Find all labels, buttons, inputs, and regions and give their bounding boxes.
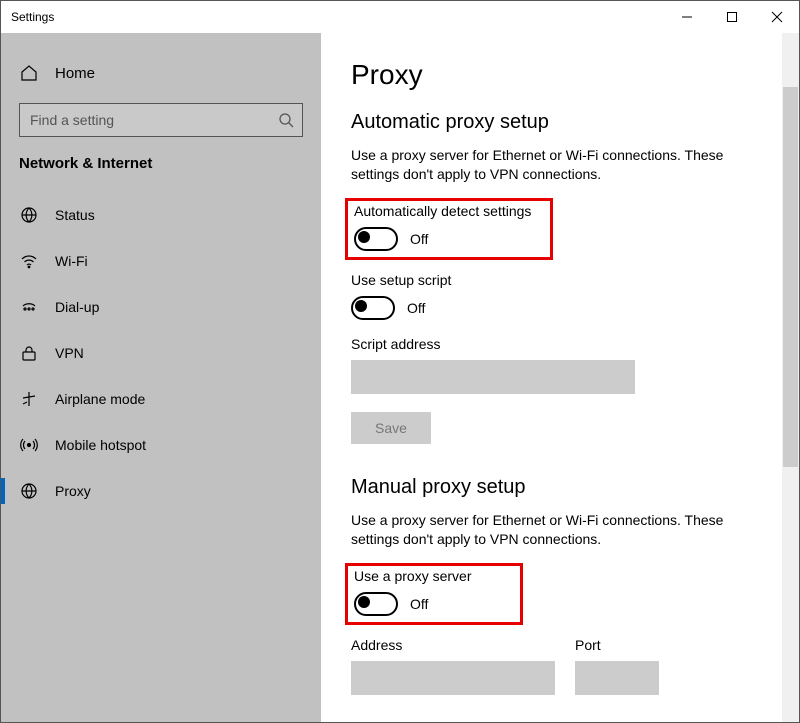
auto-detect-state: Off: [410, 231, 428, 247]
proxy-icon: [19, 482, 39, 500]
sidebar-item-proxy[interactable]: Proxy: [1, 468, 321, 514]
sidebar-item-label: Mobile hotspot: [55, 437, 146, 453]
settings-window: Settings Home Network & Internet Stat: [0, 0, 800, 723]
script-address-label: Script address: [351, 336, 769, 352]
sidebar-item-wifi[interactable]: Wi-Fi: [1, 238, 321, 284]
auto-section-desc: Use a proxy server for Ethernet or Wi-Fi…: [351, 146, 741, 184]
auto-section-heading: Automatic proxy setup: [351, 111, 769, 134]
sidebar: Home Network & Internet Status Wi-Fi Dia…: [1, 33, 321, 722]
port-label: Port: [575, 637, 659, 653]
titlebar-title: Settings: [11, 10, 54, 24]
auto-detect-toggle[interactable]: [354, 227, 398, 251]
hotspot-icon: [19, 436, 39, 454]
address-label: Address: [351, 637, 555, 653]
setup-script-toggle[interactable]: [351, 296, 395, 320]
minimize-button[interactable]: [664, 1, 709, 33]
sidebar-item-label: VPN: [55, 345, 84, 361]
use-proxy-state: Off: [410, 596, 428, 612]
maximize-button[interactable]: [709, 1, 754, 33]
sidebar-item-label: Proxy: [55, 483, 91, 499]
port-input[interactable]: [575, 661, 659, 695]
vpn-icon: [19, 344, 39, 362]
airplane-icon: [19, 390, 39, 408]
script-address-input[interactable]: [351, 360, 635, 394]
scrollbar[interactable]: [782, 33, 799, 722]
search-icon: [278, 112, 294, 128]
search-field[interactable]: [28, 111, 278, 129]
wifi-icon: [19, 252, 39, 270]
setup-script-label: Use setup script: [351, 272, 769, 288]
sidebar-item-airplane[interactable]: Airplane mode: [1, 376, 321, 422]
address-input[interactable]: [351, 661, 555, 695]
sidebar-item-dialup[interactable]: Dial-up: [1, 284, 321, 330]
home-link[interactable]: Home: [1, 53, 321, 93]
manual-section-desc: Use a proxy server for Ethernet or Wi-Fi…: [351, 511, 741, 549]
main-panel: Proxy Automatic proxy setup Use a proxy …: [321, 33, 799, 722]
home-label: Home: [55, 65, 95, 82]
sidebar-item-status[interactable]: Status: [1, 192, 321, 238]
sidebar-item-hotspot[interactable]: Mobile hotspot: [1, 422, 321, 468]
category-title: Network & Internet: [19, 155, 303, 172]
auto-detect-label: Automatically detect settings: [354, 203, 544, 219]
window-controls: [664, 1, 799, 33]
manual-section-heading: Manual proxy setup: [351, 476, 769, 499]
sidebar-item-label: Status: [55, 207, 95, 223]
sidebar-item-label: Airplane mode: [55, 391, 145, 407]
close-button[interactable]: [754, 1, 799, 33]
sidebar-item-vpn[interactable]: VPN: [1, 330, 321, 376]
search-input[interactable]: [19, 103, 303, 137]
scrollbar-thumb[interactable]: [783, 87, 798, 467]
status-icon: [19, 206, 39, 224]
highlight-auto-detect: Automatically detect settings Off: [345, 198, 553, 260]
sidebar-item-label: Dial-up: [55, 299, 99, 315]
home-icon: [19, 64, 39, 82]
window-body: Home Network & Internet Status Wi-Fi Dia…: [1, 33, 799, 722]
dialup-icon: [19, 298, 39, 316]
use-proxy-toggle[interactable]: [354, 592, 398, 616]
titlebar: Settings: [1, 1, 799, 33]
save-button[interactable]: Save: [351, 412, 431, 444]
highlight-use-proxy: Use a proxy server Off: [345, 563, 523, 625]
page-title: Proxy: [351, 59, 769, 91]
setup-script-state: Off: [407, 300, 425, 316]
sidebar-item-label: Wi-Fi: [55, 253, 88, 269]
use-proxy-label: Use a proxy server: [354, 568, 514, 584]
